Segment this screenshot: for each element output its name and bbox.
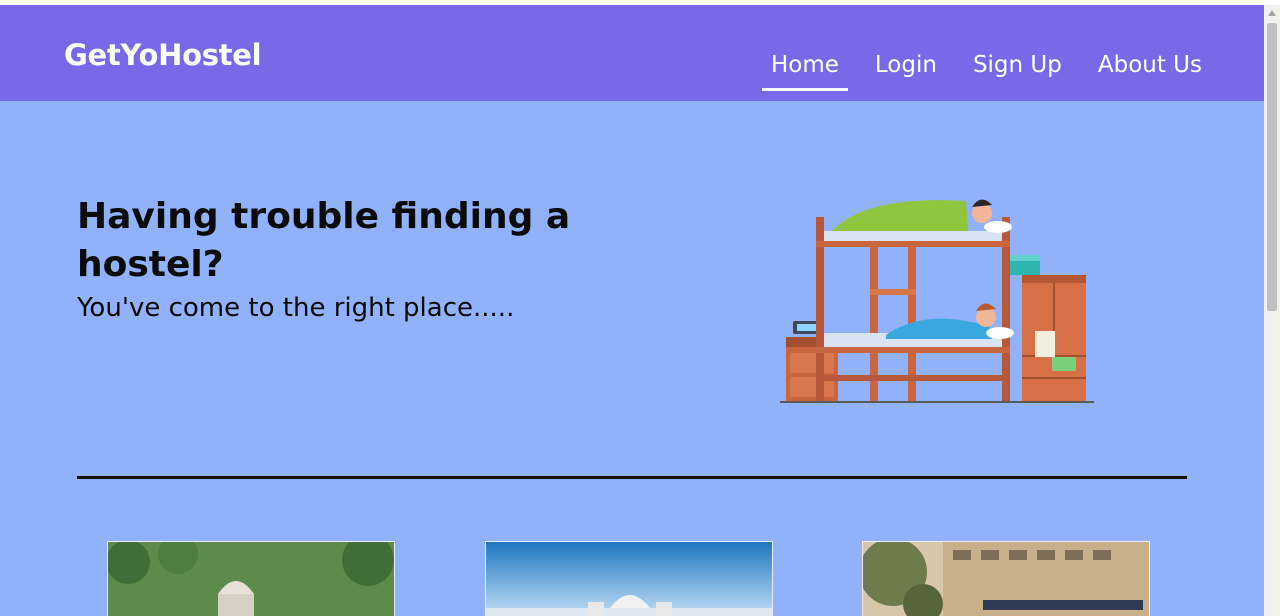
nav-link-home[interactable]: Home bbox=[753, 49, 857, 91]
hero-title: Having trouble finding a hostel? bbox=[77, 196, 571, 285]
nav-link-login[interactable]: Login bbox=[857, 49, 955, 91]
scroll-thumb[interactable] bbox=[1267, 23, 1277, 311]
brand-logo[interactable]: GetYoHostel bbox=[64, 38, 262, 72]
nav-links: Home Login Sign Up About Us bbox=[753, 49, 1220, 91]
hero-subtitle: You've come to the right place..... bbox=[77, 293, 515, 323]
bunk-bed-illustration bbox=[780, 199, 1094, 403]
nav-link-about-us[interactable]: About Us bbox=[1080, 49, 1220, 91]
hostel-card-1[interactable] bbox=[107, 541, 395, 616]
section-divider bbox=[77, 476, 1187, 479]
browser-viewport: GetYoHostel Home Login Sign Up About Us … bbox=[0, 0, 1280, 616]
scroll-up-icon[interactable] bbox=[1264, 5, 1280, 21]
hostel-cards bbox=[0, 541, 1264, 616]
hostel-photo-3 bbox=[863, 542, 1149, 616]
hostel-photo-1 bbox=[108, 542, 394, 616]
hostel-card-3[interactable] bbox=[862, 541, 1150, 616]
nav-link-sign-up[interactable]: Sign Up bbox=[955, 49, 1080, 91]
navbar: GetYoHostel Home Login Sign Up About Us bbox=[0, 5, 1264, 101]
hostel-photo-2 bbox=[486, 542, 772, 616]
vertical-scrollbar[interactable] bbox=[1264, 5, 1280, 616]
main-content: Having trouble finding a hostel? You've … bbox=[0, 101, 1264, 616]
hostel-card-2[interactable] bbox=[485, 541, 773, 616]
